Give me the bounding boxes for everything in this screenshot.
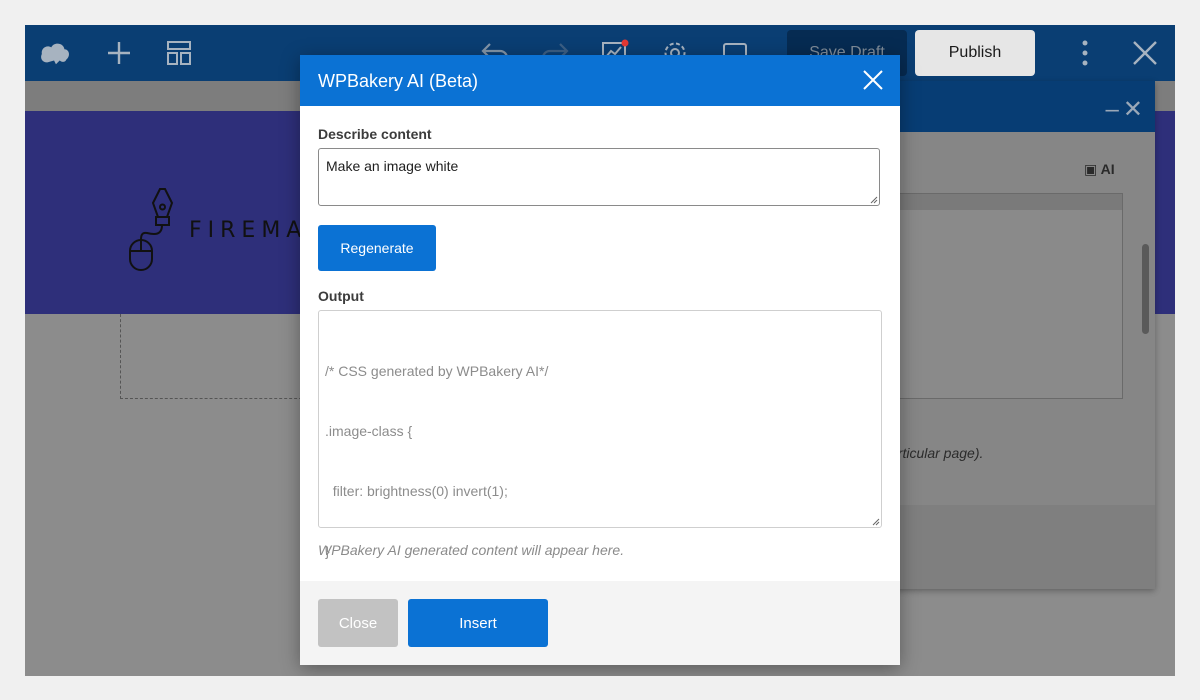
ai-modal: WPBakery AI (Beta) Describe content Make… bbox=[300, 55, 900, 665]
modal-footer: Close Insert bbox=[300, 581, 900, 665]
publish-button[interactable]: Publish bbox=[915, 30, 1035, 76]
modal-header: WPBakery AI (Beta) bbox=[300, 55, 900, 106]
regenerate-button[interactable]: Regenerate bbox=[318, 225, 436, 271]
output-textarea[interactable]: /* CSS generated by WPBakery AI*/ .image… bbox=[318, 310, 882, 559]
ai-badge[interactable]: ▣ AI bbox=[1084, 161, 1115, 178]
chip-icon: ▣ bbox=[1084, 161, 1098, 177]
close-button[interactable]: Close bbox=[318, 599, 398, 647]
output-line: .image-class { bbox=[325, 423, 413, 439]
insert-button[interactable]: Insert bbox=[408, 599, 548, 647]
output-line: /* CSS generated by WPBakery AI*/ bbox=[325, 363, 549, 379]
output-helper-text: WPBakery AI generated content will appea… bbox=[318, 542, 625, 558]
layout-icon[interactable] bbox=[163, 37, 195, 69]
describe-content-label: Describe content bbox=[318, 126, 432, 142]
pen-mouse-logo-icon bbox=[125, 185, 175, 276]
plus-icon[interactable] bbox=[103, 37, 135, 69]
cloud-logo-icon[interactable] bbox=[39, 37, 71, 69]
background-panel-scrollbar[interactable] bbox=[1142, 244, 1149, 334]
empty-content-placeholder bbox=[120, 314, 322, 399]
editor-frame: Save Draft Publish FIREMAR –✕ ▣ AI artic… bbox=[25, 25, 1175, 676]
resize-grip-icon[interactable] bbox=[872, 518, 880, 526]
modal-close-icon[interactable] bbox=[862, 69, 884, 91]
close-icon[interactable] bbox=[1129, 37, 1161, 69]
output-label: Output bbox=[318, 288, 364, 304]
background-panel-controls[interactable]: –✕ bbox=[1106, 95, 1147, 124]
more-vertical-icon[interactable] bbox=[1069, 37, 1101, 69]
describe-content-value: Make an image white bbox=[326, 158, 459, 174]
resize-grip-icon[interactable] bbox=[870, 196, 878, 204]
modal-title: WPBakery AI (Beta) bbox=[318, 71, 479, 91]
output-line: filter: brightness(0) invert(1); bbox=[325, 483, 508, 499]
background-panel-note: articular page). bbox=[890, 445, 984, 461]
background-css-editor[interactable] bbox=[896, 193, 1123, 399]
describe-content-input[interactable]: Make an image white bbox=[318, 148, 880, 206]
